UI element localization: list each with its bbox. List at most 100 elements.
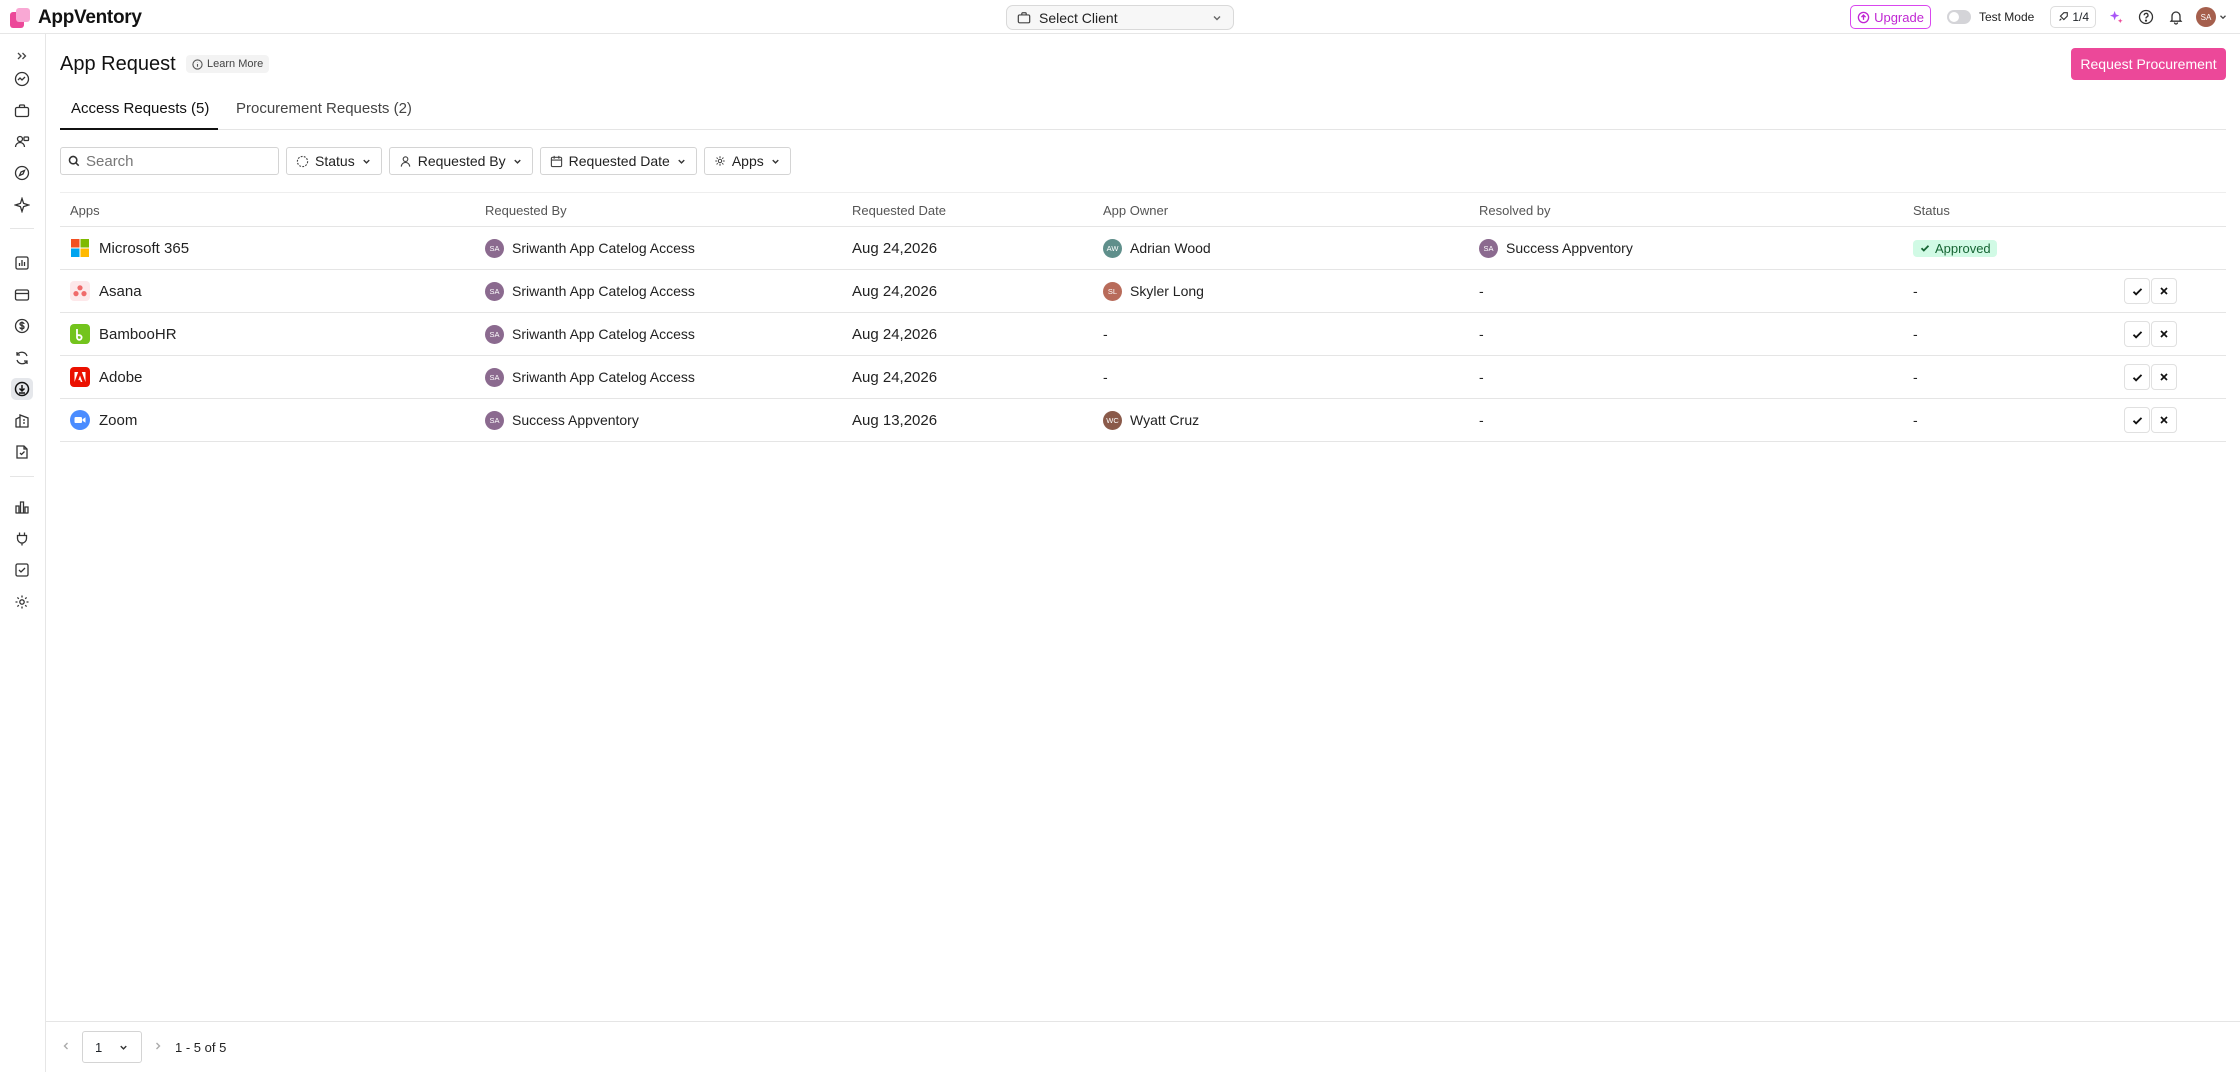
app-cell[interactable]: Adobe: [70, 356, 142, 398]
requested-date-filter[interactable]: Requested Date: [539, 147, 697, 175]
row-actions: [2124, 270, 2177, 312]
onboarding-counter[interactable]: 1/4: [2050, 6, 2096, 28]
status-cell: -: [1913, 283, 1918, 299]
sidebar-item-dashboard[interactable]: [11, 68, 33, 90]
app-cell[interactable]: Asana: [70, 270, 142, 312]
asana-icon: [70, 281, 90, 301]
requested-by-cell: SA Sriwanth App Catelog Access: [485, 270, 695, 312]
ai-sparkle-button[interactable]: [2106, 7, 2126, 27]
briefcase-icon: [1017, 11, 1031, 23]
upgrade-button[interactable]: Upgrade: [1850, 5, 1931, 29]
sidebar-expand[interactable]: [11, 45, 33, 67]
app-owner-cell: WC Wyatt Cruz: [1103, 399, 1199, 441]
sidebar-item-cards[interactable]: [11, 284, 33, 306]
upgrade-icon: [1857, 11, 1870, 23]
requests-table: Apps Requested By Requested Date App Own…: [60, 192, 2226, 442]
top-bar: AppVentory Select Client Upgrade Test Mo…: [0, 0, 2240, 34]
briefcase-icon: [14, 104, 30, 118]
requested-by-cell: SA Sriwanth App Catelog Access: [485, 227, 695, 269]
app-owner-name: Wyatt Cruz: [1130, 412, 1200, 428]
reject-button[interactable]: [2151, 278, 2177, 304]
requested-by-filter[interactable]: Requested By: [388, 147, 533, 175]
table-row[interactable]: Asana SA Sriwanth App Catelog Access Aug…: [60, 270, 2226, 313]
requested-date-cell: Aug 24,2026: [852, 325, 938, 343]
request-procurement-button[interactable]: Request Procurement: [2071, 48, 2226, 80]
close-icon: [2160, 416, 2168, 424]
avatar: SL: [1103, 281, 1122, 301]
approve-button[interactable]: [2124, 321, 2150, 347]
table-row[interactable]: BambooHR SA Sriwanth App Catelog Access …: [60, 313, 2226, 356]
sidebar-item-contracts[interactable]: [11, 441, 33, 463]
table-row[interactable]: Adobe SA Sriwanth App Catelog Access Aug…: [60, 356, 2226, 399]
sidebar-item-renewals[interactable]: [11, 347, 33, 369]
requested-by-name: Sriwanth App Catelog Access: [512, 369, 695, 385]
column-header-resolved-by[interactable]: Resolved by: [1479, 203, 1551, 218]
sidebar-item-users[interactable]: [11, 131, 33, 153]
check-icon: [2132, 287, 2142, 296]
approve-button[interactable]: [2124, 278, 2150, 304]
user-avatar: SA: [2196, 7, 2216, 27]
sidebar-item-connectors[interactable]: [11, 528, 33, 550]
sidebar-item-integrations[interactable]: [11, 496, 33, 518]
sidebar-item-spend[interactable]: [11, 315, 33, 337]
avatar: SA: [485, 238, 504, 258]
user-menu[interactable]: SA: [2196, 7, 2228, 27]
client-select[interactable]: Select Client: [1006, 5, 1234, 30]
sidebar-item-ai[interactable]: [11, 194, 33, 216]
table-row[interactable]: Zoom SA Success Appventory Aug 13,2026 W…: [60, 399, 2226, 442]
column-header-apps[interactable]: Apps: [70, 203, 100, 218]
status-filter[interactable]: Status: [286, 147, 382, 175]
sidebar-item-applications[interactable]: [11, 100, 33, 122]
reject-button[interactable]: [2151, 364, 2177, 390]
app-cell[interactable]: Zoom: [70, 399, 137, 441]
page-select[interactable]: 1: [82, 1031, 142, 1063]
approve-button[interactable]: [2124, 407, 2150, 433]
learn-more-link[interactable]: Learn More: [186, 55, 270, 73]
test-mode-toggle[interactable]: [1946, 10, 1971, 24]
check-icon: [1920, 245, 1930, 252]
tab-access-requests[interactable]: Access Requests (5): [60, 98, 218, 130]
bamboohr-icon: [70, 324, 90, 344]
column-header-status[interactable]: Status: [1913, 203, 1950, 218]
sidebar-item-discover[interactable]: [11, 162, 33, 184]
app-cell[interactable]: BambooHR: [70, 313, 177, 355]
app-cell[interactable]: Microsoft 365: [70, 227, 189, 269]
next-page-button[interactable]: [152, 1039, 164, 1057]
app-name: Zoom: [99, 411, 138, 429]
sidebar-item-reports[interactable]: [11, 252, 33, 274]
tab-procurement-requests[interactable]: Procurement Requests (2): [236, 98, 412, 130]
sidebar-item-settings[interactable]: [11, 591, 33, 613]
requested-date-cell: Aug 24,2026: [852, 239, 938, 257]
resolved-by-cell: SA Success Appventory: [1479, 227, 1633, 269]
avatar: AW: [1103, 238, 1122, 258]
apps-icon: [715, 156, 725, 166]
search-input[interactable]: Search: [60, 147, 279, 175]
notifications-button[interactable]: [2166, 7, 2186, 27]
chevron-down-icon: [362, 159, 370, 164]
table-row[interactable]: Microsoft 365 SA Sriwanth App Catelog Ac…: [60, 227, 2226, 270]
sidebar: [0, 34, 46, 1072]
chevron-down-icon: [772, 159, 779, 164]
sidebar-divider: [10, 476, 34, 477]
column-header-requested-by[interactable]: Requested By: [485, 203, 567, 218]
sidebar-item-tasks[interactable]: [11, 559, 33, 581]
approve-button[interactable]: [2124, 364, 2150, 390]
sidebar-item-app-request[interactable]: [11, 378, 33, 400]
chevron-down-icon: [678, 159, 685, 164]
reject-button[interactable]: [2151, 407, 2177, 433]
column-header-app-owner[interactable]: App Owner: [1103, 203, 1168, 218]
previous-page-button[interactable]: [60, 1039, 72, 1057]
avatar: SA: [485, 410, 504, 430]
integrations-icon: [15, 501, 29, 514]
sidebar-item-vendors[interactable]: [11, 410, 33, 432]
card-icon: [14, 289, 30, 301]
microsoft-365-icon: [70, 238, 90, 258]
requested-by-cell: SA Sriwanth App Catelog Access: [485, 356, 695, 398]
apps-filter[interactable]: Apps: [703, 147, 791, 175]
avatar: SA: [1479, 238, 1498, 258]
app-logo[interactable]: AppVentory: [10, 7, 142, 29]
help-button[interactable]: [2136, 7, 2156, 27]
reject-button[interactable]: [2151, 321, 2177, 347]
requested-date-cell: Aug 24,2026: [852, 368, 938, 386]
column-header-requested-date[interactable]: Requested Date: [852, 203, 946, 218]
